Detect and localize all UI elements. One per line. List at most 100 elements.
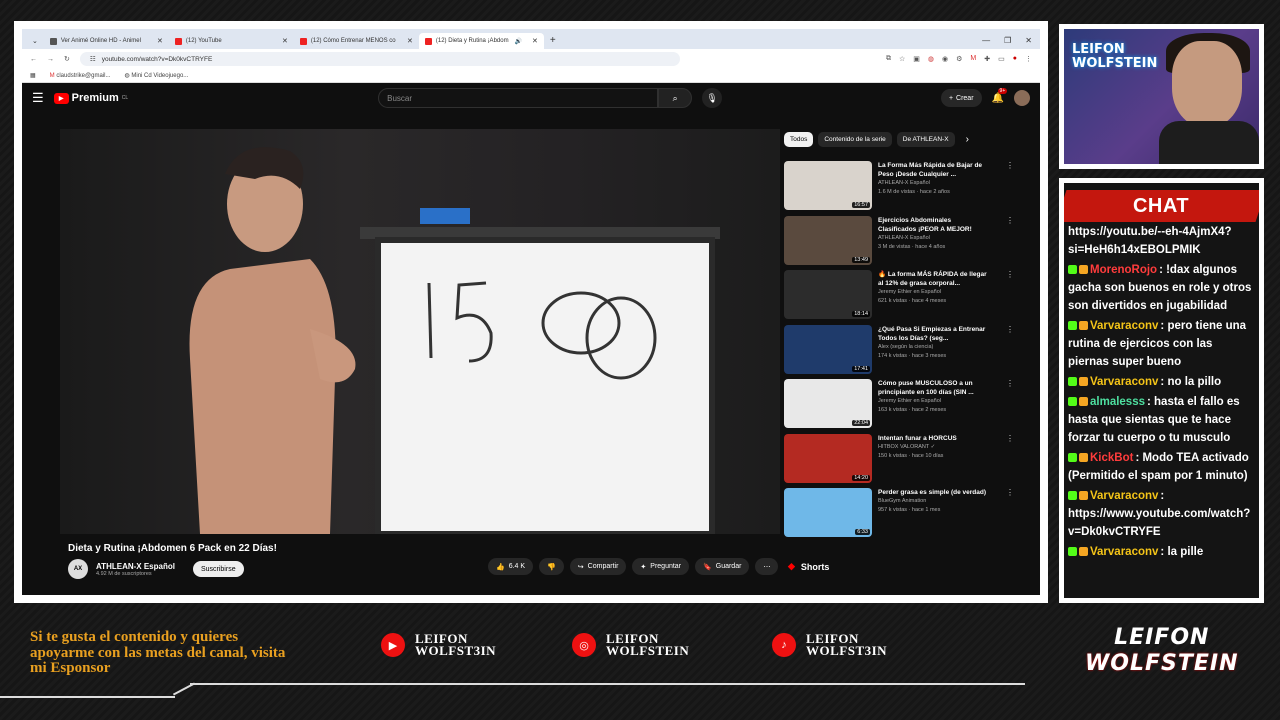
speaker-icon[interactable]: 🔊 — [515, 38, 522, 45]
like-button[interactable]: 👍 6.4 K — [488, 558, 534, 575]
new-tab-button[interactable]: + — [544, 35, 562, 49]
ask-button[interactable]: ✦ Preguntar — [632, 558, 690, 575]
recommendation-item[interactable]: 6:33 Perder grasa es simple (de verdad) Bl… — [784, 488, 1014, 543]
back-icon[interactable]: ← — [30, 56, 37, 63]
share-icon: ↪ — [577, 563, 584, 571]
channel-name[interactable]: ATHLEAN-X Español — [96, 562, 175, 571]
recommendation-item[interactable]: 22:04 Cómo puse MUSCULOSO a un principian… — [784, 379, 1014, 434]
youtube-premium-logo[interactable]: ▶ Premium CL — [53, 92, 128, 104]
recommendation-channel[interactable]: Jeremy Ethier en Español — [878, 288, 990, 297]
recommendation-title[interactable]: Ejercicios Abdominales Clasificados ¡PEO… — [878, 216, 990, 234]
recommendation-item[interactable]: 17:41 ¿Qué Pasa Si Empiezas a Entrenar To… — [784, 324, 1014, 380]
recommendation-channel[interactable]: Alex (según la ciencia) — [878, 343, 990, 352]
recommendation-channel[interactable]: Jeremy Ethier en Español — [878, 397, 990, 406]
recommendation-title[interactable]: ¿Qué Pasa Si Empiezas a Entrenar Todos l… — [878, 325, 990, 343]
install-icon[interactable]: ⧉ — [886, 55, 891, 63]
video-thumbnail[interactable]: 14:20 — [784, 433, 872, 483]
extension-icon[interactable]: ▣ — [913, 55, 920, 63]
subscribe-button[interactable]: Suscribirse — [192, 561, 244, 577]
chat-username[interactable]: almalesss — [1090, 396, 1145, 408]
minimize-icon[interactable]: — — [982, 36, 990, 45]
recommendation-channel[interactable]: HITBOX VALORANT ✓ — [878, 443, 990, 452]
recommendation-item[interactable]: 16:57 La Forma Más Rápida de Bajar de Pes… — [784, 161, 1014, 216]
more-options-icon[interactable]: ⋮ — [1006, 270, 1014, 325]
extension-icon[interactable]: ◉ — [942, 55, 948, 63]
recommendation-title[interactable]: Cómo puse MUSCULOSO a un principiante en… — [878, 379, 990, 397]
recommendation-item[interactable]: 14:20 Intentan funar a HORCUS HITBOX VALOR… — [784, 433, 1014, 489]
channel-avatar[interactable]: AX — [68, 559, 88, 579]
video-thumbnail[interactable]: 16:57 — [784, 161, 872, 210]
search-input[interactable]: Buscar — [378, 88, 659, 108]
profile-icon[interactable]: ● — [1013, 55, 1017, 63]
recommendation-title[interactable]: 🔥 La forma MÁS RÁPIDA de llegar al 12% d… — [878, 270, 990, 288]
hamburger-menu-icon[interactable]: ☰ — [32, 90, 44, 106]
bookmark-mini-cd[interactable]: ◍ Mini Cd Videojuego... — [124, 72, 188, 79]
apps-icon[interactable]: ▦ — [30, 72, 36, 79]
site-info-icon[interactable]: ☷ — [90, 55, 96, 63]
chat-username[interactable]: KickBot — [1090, 452, 1133, 464]
maximize-icon[interactable]: ❐ — [1004, 36, 1011, 45]
recommendation-item[interactable]: 18:14 🔥 La forma MÁS RÁPIDA de llegar al … — [784, 270, 1014, 325]
puzzle-icon[interactable]: ✚ — [984, 55, 990, 63]
cast-icon[interactable]: ▭ — [998, 55, 1005, 63]
tab-como-entrenar[interactable]: (12) Cómo Entrenar MENOS co ✕ — [294, 33, 419, 49]
voice-search-button[interactable]: 🎙 — [702, 88, 723, 108]
recommendation-title[interactable]: Perder grasa es simple (de verdad) — [878, 488, 990, 497]
chat-username[interactable]: MorenoRojo — [1090, 264, 1157, 276]
tab-youtube[interactable]: (12) YouTube ✕ — [169, 33, 294, 49]
tab-anime[interactable]: Ver Animé Online HD - Animel ✕ — [44, 33, 169, 49]
youtube-header: ☰ ▶ Premium CL Buscar ⌕ 🎙 + Crear 🔔 9+ — [22, 83, 1040, 113]
chat-username[interactable]: Varvaraconv — [1090, 376, 1158, 388]
video-player[interactable] — [60, 129, 780, 534]
chat-username[interactable]: Varvaraconv — [1090, 490, 1158, 502]
tab-menu-icon[interactable]: ⌄ — [26, 37, 44, 49]
search-button[interactable]: ⌕ — [658, 88, 693, 108]
close-tab-icon[interactable]: ✕ — [407, 37, 413, 45]
menu-kebab-icon[interactable]: ⋮ — [1025, 55, 1032, 63]
extension-icon[interactable]: ⚙ — [956, 55, 962, 63]
more-options-icon[interactable]: ⋮ — [1006, 216, 1014, 271]
recommendation-channel[interactable]: ATHLEAN-X Español — [878, 179, 990, 188]
recommendation-title[interactable]: Intentan funar a HORCUS — [878, 434, 990, 443]
bookmark-gmail[interactable]: M claudstrike@gmail... — [50, 73, 111, 79]
account-avatar[interactable] — [1014, 90, 1030, 106]
close-tab-icon[interactable]: ✕ — [282, 37, 288, 45]
video-thumbnail[interactable]: 18:14 — [784, 270, 872, 319]
recommendation-channel[interactable]: BlueGym Animation — [878, 497, 990, 506]
save-button[interactable]: 🔖 Guardar — [695, 558, 750, 575]
gmail-icon[interactable]: M — [970, 55, 976, 63]
more-options-icon[interactable]: ⋮ — [1006, 325, 1014, 380]
more-actions-button[interactable]: ⋯ — [755, 558, 779, 575]
share-button[interactable]: ↪ Compartir — [569, 558, 627, 575]
bookmark-star-icon[interactable]: ☆ — [899, 55, 905, 63]
recommendation-title[interactable]: La Forma Más Rápida de Bajar de Peso ¡De… — [878, 161, 990, 179]
chip-todos[interactable]: Todos — [784, 132, 814, 147]
close-tab-icon[interactable]: ✕ — [532, 37, 538, 45]
recommendation-channel[interactable]: ATHLEAN-X Español — [878, 234, 990, 243]
video-thumbnail[interactable]: 6:33 — [784, 488, 872, 537]
reload-icon[interactable]: ↻ — [64, 55, 70, 63]
chat-username[interactable]: Varvaraconv — [1090, 546, 1158, 558]
shorts-header[interactable]: ◆ Shorts — [788, 561, 829, 572]
recommendation-item[interactable]: 13:49 Ejercicios Abdominales Clasificados… — [784, 215, 1014, 271]
create-button[interactable]: + Crear — [940, 89, 982, 107]
video-thumbnail[interactable]: 17:41 — [784, 324, 872, 374]
video-thumbnail[interactable]: 13:49 — [784, 215, 872, 265]
forward-icon[interactable]: → — [47, 56, 54, 63]
more-options-icon[interactable]: ⋮ — [1006, 488, 1014, 543]
tab-dieta-rutina[interactable]: (12) Dieta y Rutina ¡Abdom 🔊 ✕ — [418, 33, 544, 49]
notifications-button[interactable]: 🔔 9+ — [992, 87, 1008, 104]
close-tab-icon[interactable]: ✕ — [157, 37, 163, 45]
chip-serie[interactable]: Contenido de la serie — [818, 132, 892, 147]
chat-username[interactable]: Varvaraconv — [1090, 320, 1158, 332]
more-options-icon[interactable]: ⋮ — [1006, 434, 1014, 489]
extension-icon[interactable]: ◍ — [928, 55, 934, 63]
url-field[interactable]: ☷ youtube.com/watch?v=Dk0kvCTRYFE — [79, 52, 680, 66]
chevron-right-icon[interactable]: › — [966, 134, 969, 145]
more-options-icon[interactable]: ⋮ — [1006, 161, 1014, 216]
chip-athlean[interactable]: De ATHLEAN-X — [896, 132, 955, 147]
window-close-icon[interactable]: ✕ — [1025, 36, 1032, 45]
video-thumbnail[interactable]: 22:04 — [784, 379, 872, 428]
dislike-button[interactable]: 👎 — [539, 558, 564, 575]
more-options-icon[interactable]: ⋮ — [1006, 379, 1014, 434]
